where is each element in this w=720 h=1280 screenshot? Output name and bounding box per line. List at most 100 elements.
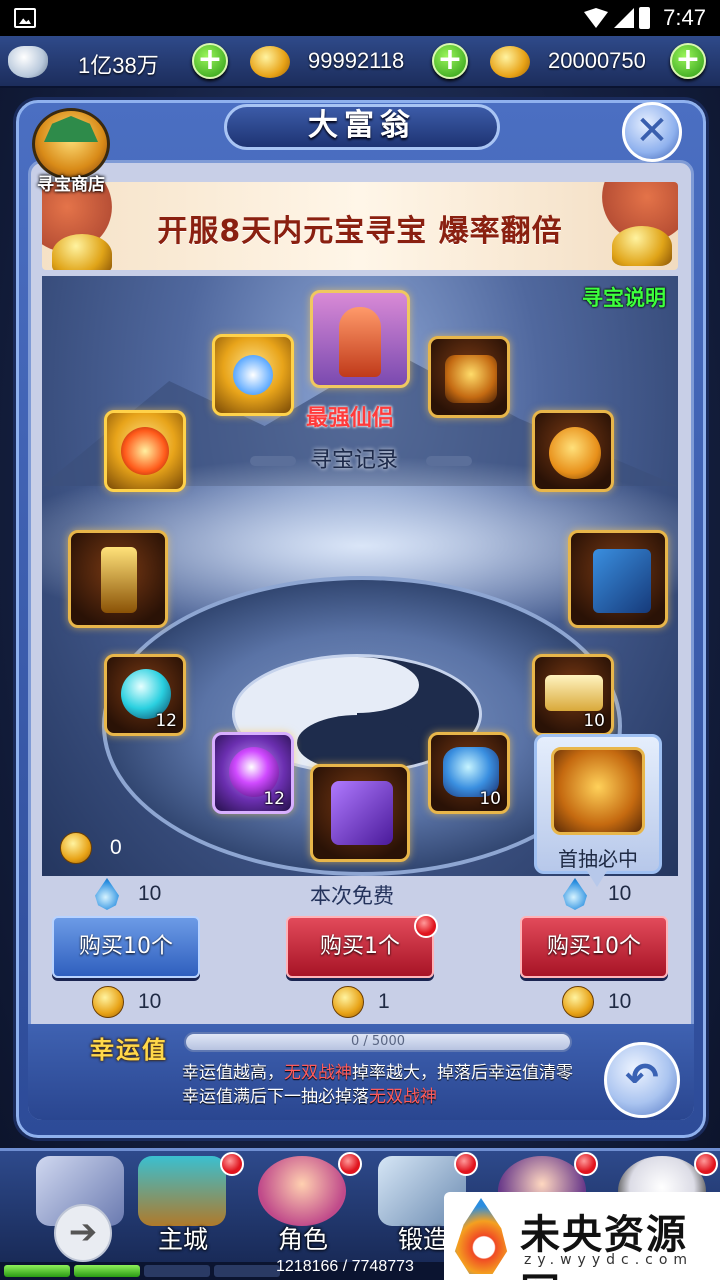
clock: 7:47: [663, 5, 706, 30]
back-arrow-icon: ↶: [625, 1055, 659, 1101]
cost-bottom: 10: [138, 990, 162, 1013]
luck-title: 幸运值: [90, 1036, 168, 1064]
item-quantity: 12: [263, 789, 285, 809]
slot-featured-partner[interactable]: [310, 290, 410, 388]
slot-ring-scroll[interactable]: [212, 334, 294, 416]
bound-gold-amount: 20000750: [548, 48, 646, 73]
first-draw-label: 首抽必中: [558, 847, 638, 871]
exp-text: 1218166 / 7748773: [276, 1258, 414, 1275]
item-quantity: 10: [479, 789, 501, 809]
luck-progress-bar: 0 / 5000: [184, 1032, 572, 1052]
gem-chest-icon: [445, 355, 497, 403]
gold-amount: 99992118: [308, 48, 405, 73]
coin-icon: [92, 986, 124, 1018]
coin-icon: [60, 832, 92, 864]
partner-figure-icon: [339, 307, 381, 377]
watermark: 未央资源网 zy.wyydc.com: [444, 1192, 720, 1280]
cell-signal-icon: [614, 8, 634, 28]
coin-icon: [562, 986, 594, 1018]
slot-gold-pot[interactable]: [532, 410, 614, 492]
slot-qualification-book[interactable]: [568, 530, 668, 628]
shop-label: 寻宝商店: [37, 175, 105, 195]
slot-cyan-orb[interactable]: 12: [104, 654, 186, 736]
free-label: 本次免费: [310, 884, 394, 908]
slot-fire-weapon[interactable]: [104, 410, 186, 492]
luck-highlight: 无双战神: [284, 1063, 352, 1083]
treasure-record-link[interactable]: 寻宝记录: [310, 442, 398, 474]
qualification-book-icon: [593, 549, 651, 613]
close-icon: ✕: [635, 108, 669, 154]
gold-pot-icon: [551, 747, 645, 835]
gold-pot-icon: [549, 427, 601, 479]
flame-logo-icon: [454, 1198, 508, 1274]
slot-gold-scroll[interactable]: 10: [532, 654, 614, 736]
luck-text: 幸运值满后下一抽必掉落: [182, 1087, 369, 1107]
add-bound-gold-button[interactable]: +: [670, 43, 706, 79]
exp-segment: [144, 1265, 210, 1277]
buy-10-red-button[interactable]: 购买10个: [520, 916, 668, 978]
add-gold-button[interactable]: +: [432, 43, 468, 79]
slot-purple-crystal-card[interactable]: [310, 764, 410, 862]
gold-scroll-icon: [545, 675, 603, 711]
ring-scroll-icon: [233, 355, 273, 395]
notification-dot: [454, 1152, 478, 1176]
item-quantity: 12: [155, 711, 177, 731]
luck-progress-text: 0 / 5000: [351, 1034, 405, 1049]
gold-ingot-icon: [250, 46, 290, 78]
status-bar: 7:47: [0, 0, 720, 36]
nav-label: 主城: [157, 1225, 208, 1254]
trident-icon: [101, 547, 137, 613]
cost-top: 10: [608, 882, 632, 905]
purple-crystal-icon: [331, 781, 393, 845]
forward-button[interactable]: ➔: [54, 1204, 112, 1262]
slot-crystal-ore[interactable]: 10: [428, 732, 510, 814]
luck-text: 幸运值越高，: [182, 1063, 284, 1083]
exp-segment: [214, 1265, 280, 1277]
slot-trident-weapon[interactable]: [68, 530, 168, 628]
slot-gem-chest[interactable]: [428, 336, 510, 418]
wifi-icon: [584, 8, 608, 28]
bound-gold-icon: [490, 46, 530, 78]
cloud-ornament-left: [250, 456, 296, 466]
treasure-shop-button[interactable]: 寻宝商店: [26, 108, 116, 196]
dialog-title: 大富翁: [224, 104, 500, 150]
add-silver-button[interactable]: +: [192, 43, 228, 79]
item-quantity: 10: [583, 711, 605, 731]
watermark-name: 未央资源网: [520, 1212, 688, 1280]
cost-bottom: 1: [378, 990, 390, 1013]
luck-description-1: 幸运值越高，无双战神掉率越大，掉落后幸运值清零: [182, 1058, 573, 1083]
exp-segment: [74, 1265, 140, 1277]
exp-segment: [4, 1265, 70, 1277]
cost-top: 10: [138, 882, 162, 905]
notification-dot: [220, 1152, 244, 1176]
notification-dot: [338, 1152, 362, 1176]
back-button[interactable]: ↶: [604, 1042, 680, 1118]
gallery-icon: [14, 8, 36, 28]
notification-dot: [414, 914, 438, 938]
watermark-url: zy.wyydc.com: [524, 1252, 694, 1268]
buy-10-blue-button[interactable]: 购买10个: [52, 916, 200, 978]
main-city-icon: [138, 1156, 226, 1226]
featured-item-label: 最强仙侣: [306, 406, 395, 431]
character-icon: [258, 1156, 346, 1226]
notification-dot: [694, 1152, 718, 1176]
coin-icon: [332, 986, 364, 1018]
buy-1-button[interactable]: 购买1个: [286, 916, 434, 978]
treasure-explain-link[interactable]: 寻宝说明: [582, 282, 666, 312]
first-draw-card: 首抽必中: [534, 734, 662, 887]
currency-bar: 1亿38万 + 99992118 + 20000750 +: [0, 36, 720, 88]
close-button[interactable]: ✕: [622, 102, 682, 162]
promo-banner: 开服8天内元宝寻宝 爆率翻倍: [42, 182, 678, 270]
coin-balance: 0: [110, 836, 122, 859]
banner-text: 开服8天内元宝寻宝 爆率翻倍: [157, 214, 563, 249]
luck-description-2: 幸运值满后下一抽必掉落无双战神: [182, 1082, 437, 1107]
fire-weapon-icon: [121, 427, 169, 475]
silver-ingot-icon: [8, 46, 48, 78]
slot-purple-orb[interactable]: 12: [212, 732, 294, 814]
luck-highlight: 无双战神: [369, 1087, 437, 1107]
arrow-right-icon: ➔: [68, 1212, 98, 1252]
nav-label: 角色: [277, 1225, 328, 1254]
notification-dot: [574, 1152, 598, 1176]
battery-icon: [639, 7, 650, 29]
silver-amount: 1亿38万: [78, 53, 159, 78]
